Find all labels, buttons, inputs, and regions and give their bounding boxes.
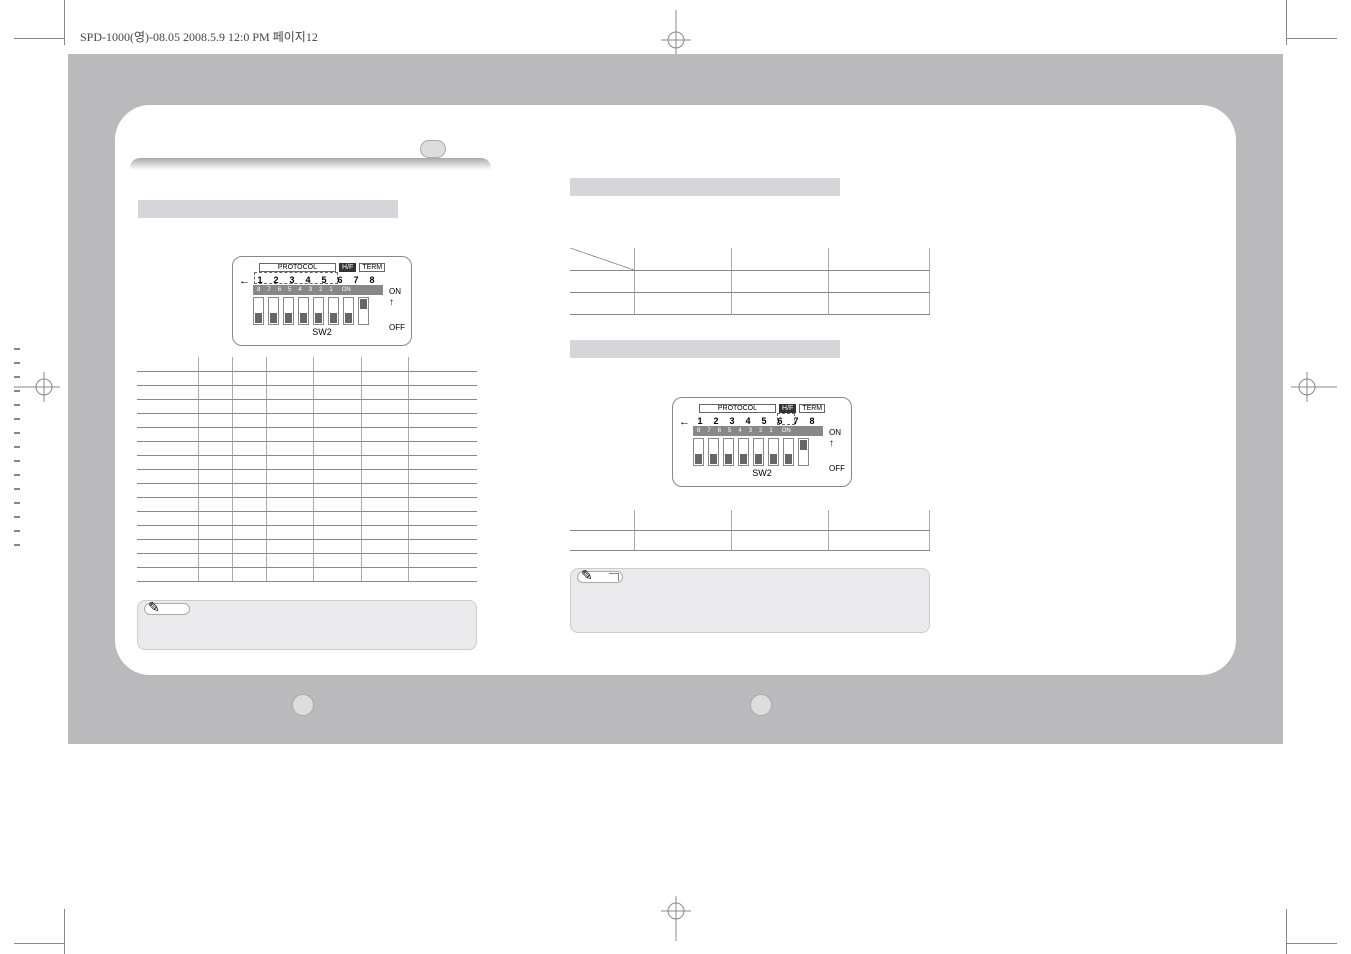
crop-mark: [14, 943, 64, 944]
pin-icon: ✎: [581, 567, 593, 584]
page-wrapper: SPD-1000(영)-08.05 2008.5.9 12:0 PM 페이지12…: [0, 0, 1351, 954]
dip-number-strip: 87654321 ON: [253, 285, 383, 295]
page-number-left: [292, 694, 314, 716]
page-number-right: [750, 694, 772, 716]
subtitle-bar: [130, 158, 491, 178]
dip-switches: [253, 297, 401, 325]
registration-mark-icon: [1291, 372, 1337, 402]
dip-label-hf: H/F: [779, 404, 796, 413]
dip-label-hf: H/F: [339, 263, 356, 272]
registration-mark-icon: [14, 372, 60, 402]
crop-mark: [14, 38, 64, 46]
note-box-left: ✎: [137, 600, 477, 650]
dip-label-protocol: PROTOCOL: [699, 404, 776, 413]
dip-numbers: 12345678: [255, 275, 401, 285]
color-bar-ticks: [14, 348, 20, 558]
pin-icon: ✎: [148, 599, 160, 616]
dip-sw-name: SW2: [243, 327, 401, 337]
dip-switches: [693, 438, 841, 466]
dip-sw-name: SW2: [683, 468, 841, 478]
baud-rate-table: [570, 248, 930, 315]
dip-label-term: TERM: [359, 263, 385, 272]
dip-on-off-label: ON↑OFF: [389, 285, 405, 335]
dip-numbers: 12345678: [695, 416, 841, 426]
note-box-right: ✎: [570, 568, 930, 633]
dip-on-off-label: ON↑OFF: [829, 426, 845, 476]
protocol-table: [137, 357, 477, 582]
crop-mark: [1287, 38, 1337, 46]
crop-mark: [1286, 909, 1287, 954]
section-heading-bar: [570, 178, 840, 196]
arrow-left-icon: ←: [239, 275, 250, 287]
dip-switch-diagram-right: ← PROTOCOL H/F TERM 12345678 87654321 ON…: [672, 397, 852, 487]
arrow-left-icon: ←: [679, 416, 690, 428]
section-heading-bar: [570, 340, 840, 358]
dip-switch-diagram-left: ← PROTOCOL H/F TERM 12345678 87654321 ON…: [232, 256, 412, 346]
tab-pill: [420, 140, 446, 158]
dip-label-protocol: PROTOCOL: [259, 263, 336, 272]
crop-mark: [1287, 943, 1337, 944]
crop-mark: [64, 909, 65, 954]
termination-table: [570, 510, 930, 551]
crop-mark: [64, 0, 65, 45]
dip-number-strip: 87654321 ON: [693, 426, 823, 436]
registration-mark-icon: [661, 10, 691, 55]
print-header: SPD-1000(영)-08.05 2008.5.9 12:0 PM 페이지12: [80, 28, 318, 45]
note-connector-line: [609, 573, 619, 581]
section-heading-bar: [138, 200, 398, 218]
crop-mark: [1286, 0, 1287, 45]
registration-mark-icon: [661, 896, 691, 944]
dip-label-term: TERM: [799, 404, 825, 413]
